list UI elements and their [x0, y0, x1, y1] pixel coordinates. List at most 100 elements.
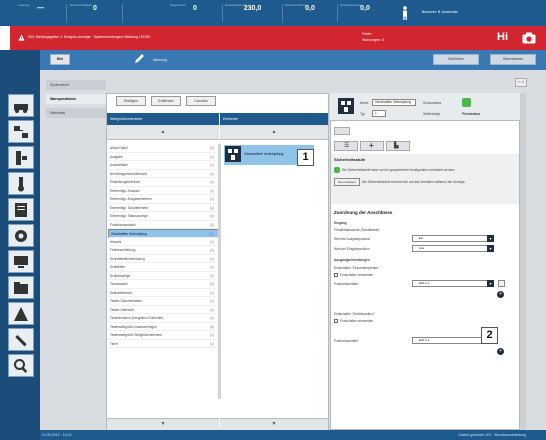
list-item[interactable]: Feldbeschreibung (1)	[108, 246, 220, 255]
list-item-count: (1)	[210, 282, 214, 286]
list-item-label: Schrittanzeige	[110, 273, 131, 278]
add-switch-b-button[interactable]: +	[497, 348, 504, 355]
section-nav: Systemsicht Warnpositionen Hilfsmittel	[46, 80, 106, 122]
collapse-button[interactable]	[334, 127, 350, 135]
info-text: Die Sicherheitsstufe kann nur bei gespei…	[342, 168, 456, 172]
list-item-count: (4)	[210, 324, 214, 329]
protection-status-icon[interactable]	[462, 98, 471, 107]
tool-folder[interactable]	[8, 276, 34, 299]
list-item-label: Geschaltete Verknüpfung	[111, 232, 147, 236]
input-position-select[interactable]: Aus ▾	[412, 245, 494, 252]
list-item-label: Bereichsgrenzenübersicht	[110, 171, 147, 176]
list-item-label: Elementtyp: Auswahl	[110, 188, 140, 193]
column-header-elements[interactable]: Elemente	[220, 113, 328, 125]
status-datetime: 21.06.2012 · 14:23	[42, 433, 72, 437]
limit-switch-b-checkbox[interactable]	[334, 319, 338, 323]
tool-camera[interactable]	[8, 224, 34, 247]
image-button[interactable]: Bild	[50, 54, 70, 65]
tool-settings[interactable]	[8, 146, 34, 169]
limit-switch-a-checkbox[interactable]	[334, 273, 338, 277]
search-icon	[14, 359, 28, 373]
top-status-bar: Leistung — Geschwindigkeit 0 Wegstrecke …	[0, 0, 546, 26]
nav-item-system-view[interactable]: Systemsicht	[46, 80, 106, 90]
list-item-label: Auswahlliste	[110, 163, 128, 167]
list-item[interactable]: Geschaltete Verknüpfung (1)	[108, 229, 220, 238]
list-item[interactable]: Elementtyp: Auswahl (1)	[108, 187, 220, 195]
wrench-icon	[15, 335, 27, 347]
list-item[interactable]: Schrittliste (1)	[108, 263, 220, 272]
list-item[interactable]: Schnittstellenverbindung (1)	[108, 255, 220, 263]
lens-icon	[15, 230, 27, 242]
name-field[interactable]: Geschaltete Verknüpfung	[372, 99, 416, 106]
list-item[interactable]: Tasten-Übersicht (1)	[108, 306, 220, 314]
tool-warning[interactable]	[8, 302, 34, 325]
recapture-button[interactable]: Neu erfassen	[334, 178, 360, 186]
nav-item-warn-positions[interactable]: Warnpositionen	[46, 94, 106, 104]
tool-search[interactable]	[8, 354, 34, 377]
list-item[interactable]: Textauswahl (1)	[108, 280, 220, 289]
list-item[interactable]: Elementtyp: Statusanzeige (2)	[108, 212, 220, 221]
alarm-bar[interactable]: 003: Stellungsgeber 1: Ereignis-Anzeige …	[10, 26, 546, 50]
properties-scrollbar[interactable]	[520, 93, 526, 430]
list-item[interactable]: Elementtyp: Ausgabeelement (1)	[108, 195, 220, 204]
tool-document[interactable]	[8, 198, 34, 221]
scroll-up-button[interactable]: ▲	[107, 125, 219, 140]
person-icon	[403, 6, 407, 20]
scroll-down-button-2[interactable]: ▼	[220, 418, 328, 430]
insert-button[interactable]: Einfügen	[116, 96, 146, 106]
window-controls[interactable]: ▭ ✕	[515, 78, 527, 87]
limit-switch-a-title: Endschalter "Einbautemperatur"	[334, 266, 380, 270]
camera-icon[interactable]	[522, 32, 536, 44]
list-item[interactable]: Aktuell Wahl (1)	[108, 144, 220, 153]
list-item[interactable]: Elementtyp: Schaltelement (1)	[108, 204, 220, 212]
close-button[interactable]: Schließen	[433, 54, 479, 65]
tool-network[interactable]	[8, 120, 34, 143]
tool-vehicle[interactable]	[8, 94, 34, 117]
output-position-select[interactable]: Ein ▾	[412, 235, 494, 242]
limit-switch-b-title: Endschalter "Geräteposition"	[334, 312, 375, 316]
list-item-count: (1)	[210, 180, 214, 184]
list-item-label: Tastenstellgröße Instanzenfolgen	[110, 324, 157, 329]
brand-logo: Hi	[497, 31, 508, 43]
status-cell-power: Leistung —	[18, 3, 44, 12]
list-item[interactable]: Tastenstellgröße Instanzenfolgen (4)	[108, 323, 220, 331]
bottom-status-bar: 21.06.2012 · 14:23 Zuletzt geändert: 001…	[40, 430, 546, 440]
remove-button[interactable]: Entfernen	[151, 96, 181, 106]
add-switch-a-button[interactable]: +	[497, 291, 504, 298]
position-switch-a-label: Positionsschalter	[334, 282, 359, 286]
list-item[interactable]: Statusübersicht (1)	[108, 289, 220, 297]
status-cell-current: Stromaufnahme 0,0	[285, 3, 315, 12]
list-item[interactable]: Tasten-Dokumentation (1)	[108, 297, 220, 306]
list-item[interactable]: Timer (1)	[108, 340, 220, 348]
nav-item-tools[interactable]: Hilfsmittel	[46, 108, 106, 118]
list-item[interactable]: Auswahlliste (1)	[108, 161, 220, 170]
list-item[interactable]: Schrittanzeige (1)	[108, 272, 220, 280]
list-item[interactable]: Tastenfunktion (Integration Controller) (…	[108, 314, 220, 323]
list-item-count: (1)	[210, 256, 214, 261]
position-switch-a-select[interactable]: E20.1.1 ▾	[412, 280, 494, 287]
tool-temperature[interactable]	[8, 172, 34, 195]
status-cell-distance: Wegstrecke 0	[170, 3, 197, 12]
scroll-up-button-2[interactable]: ▲	[220, 125, 328, 140]
list-item[interactable]: Ausgabe (1)	[108, 153, 220, 161]
scroll-down-button[interactable]: ▼	[107, 418, 219, 430]
remove-switch-a-button[interactable]	[498, 280, 505, 287]
type-field[interactable]: 1	[372, 110, 386, 117]
list-item-count: (1)	[210, 265, 214, 269]
column-header-controls[interactable]: Stellgrößenelemente	[107, 113, 219, 125]
apply-button[interactable]: Übernehmen	[490, 54, 536, 65]
list-item[interactable]: Tastenstellgröße Stellgrößenelement (1)	[108, 331, 220, 340]
delete-button[interactable]: Löschen	[186, 96, 216, 106]
limit-switch-a-label: Endschalter verwenden	[340, 273, 374, 277]
list-item-count: (1)	[210, 188, 214, 193]
list-item[interactable]: Hinweis (1)	[108, 238, 220, 246]
list-item[interactable]: Funktionsauswahl (1)	[108, 221, 220, 229]
tool-wrench[interactable]	[8, 328, 34, 351]
primary-values-subtitle: Primärstatuswerte (Schaltwerte)	[334, 228, 380, 232]
list-item[interactable]: Einstellungsübersicht (1)	[108, 178, 220, 187]
list-item[interactable]: Bereichsgrenzenübersicht (1)	[108, 170, 220, 178]
tool-terminal[interactable]	[8, 250, 34, 273]
pencil-icon[interactable]	[133, 53, 145, 65]
list-item-count: (1)	[210, 163, 214, 167]
list-scrollbar[interactable]	[218, 144, 221, 399]
